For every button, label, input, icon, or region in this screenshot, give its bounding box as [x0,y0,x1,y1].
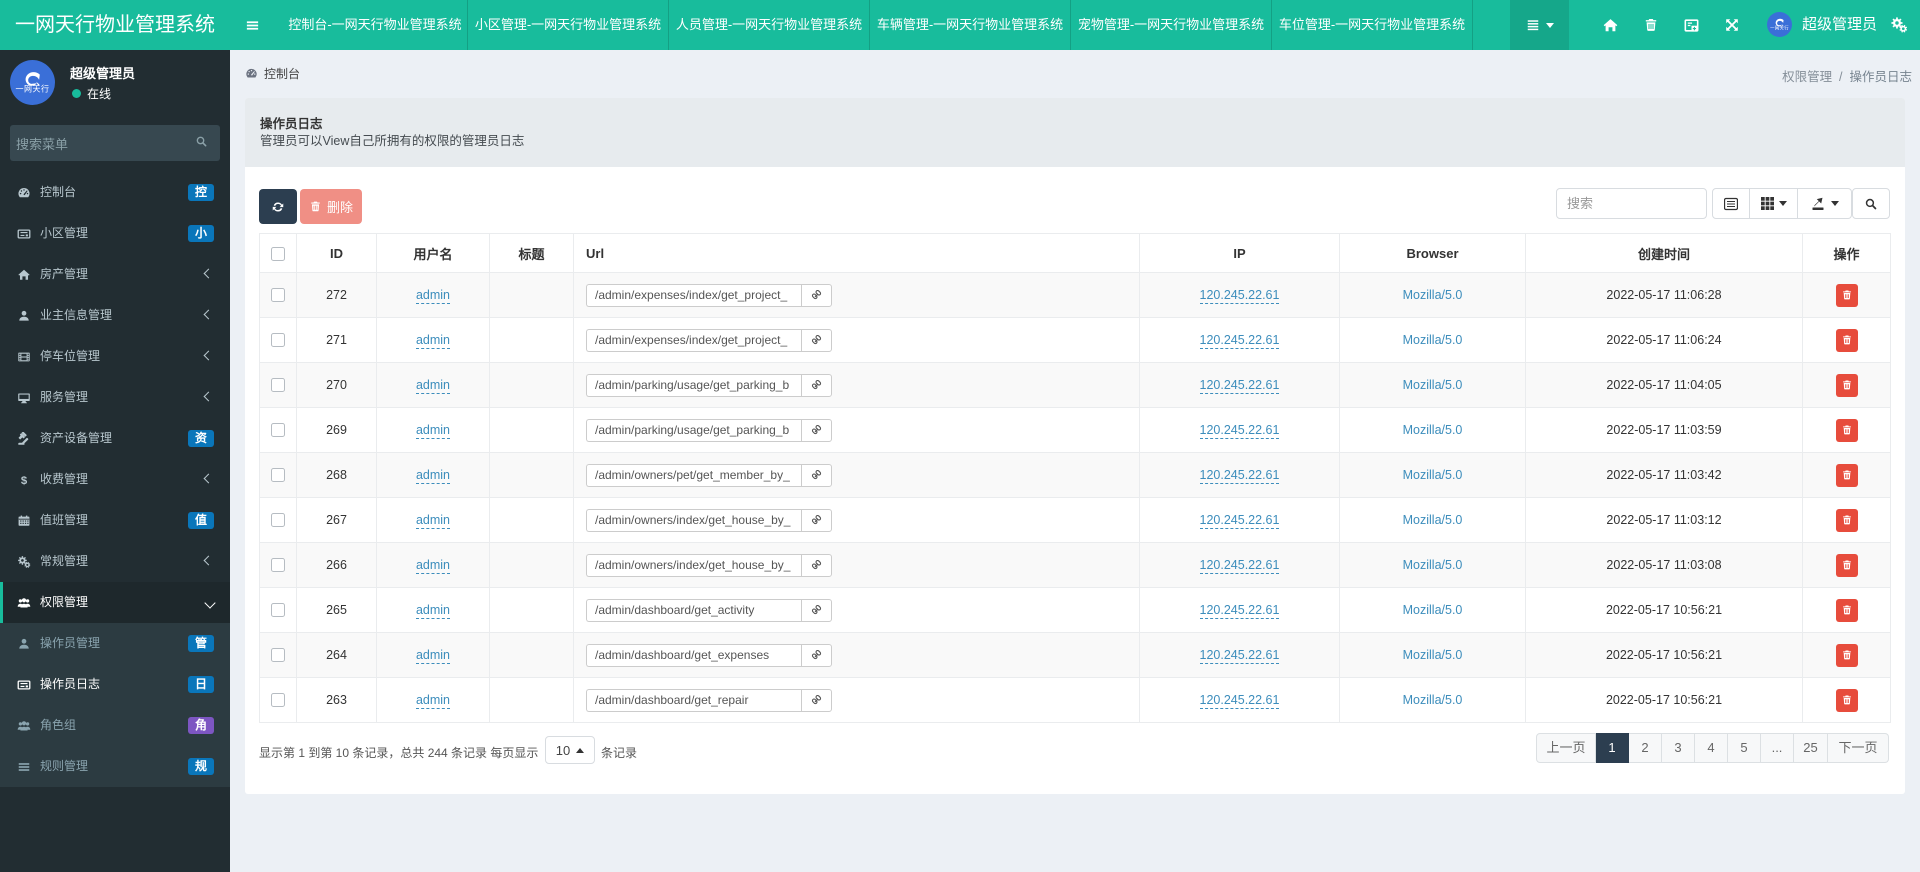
svg-text:一网天行: 一网天行 [16,84,50,94]
svg-text:一网天行: 一网天行 [1770,25,1789,32]
svg-text:$: $ [21,474,28,486]
